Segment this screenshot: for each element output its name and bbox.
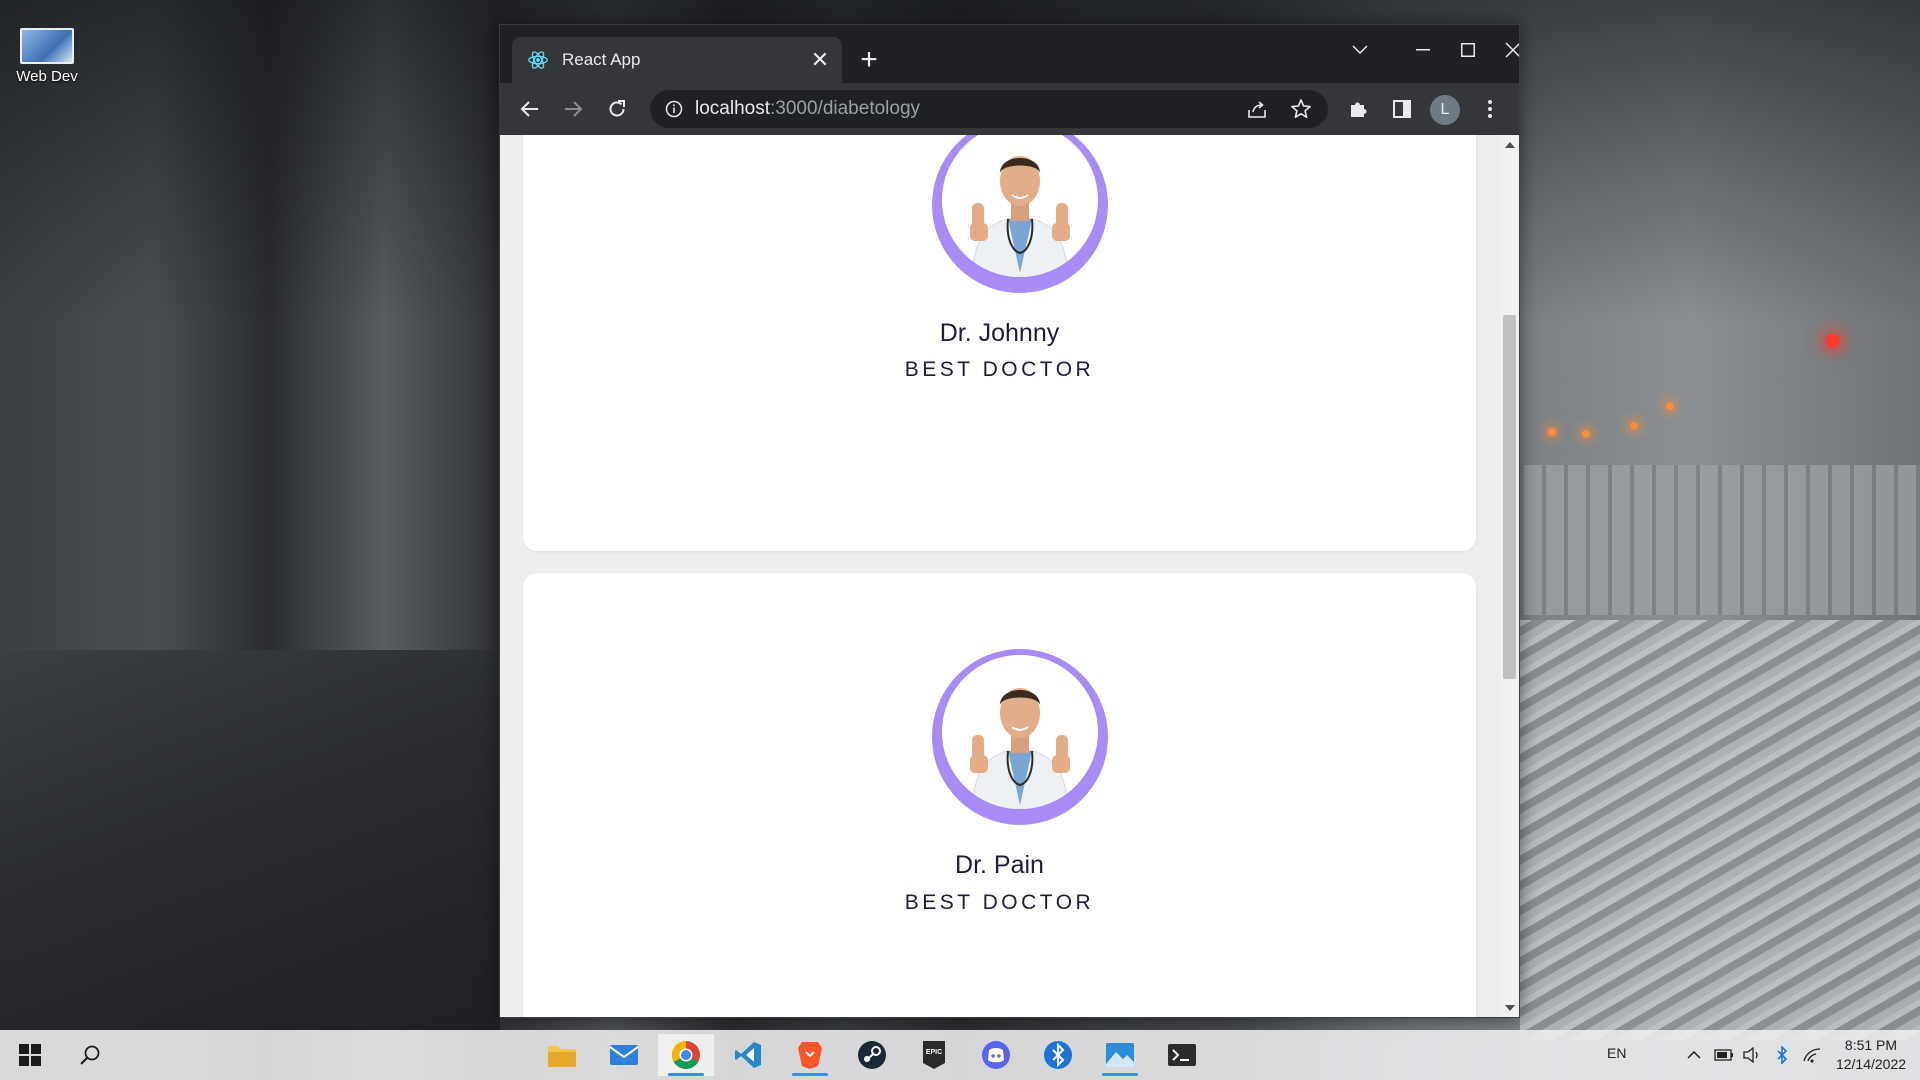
- scrollbar-thumb[interactable]: [1503, 315, 1516, 679]
- browser-toolbar: localhost:3000/diabetology L: [500, 83, 1519, 135]
- close-window-button[interactable]: [1493, 35, 1519, 65]
- back-arrow-icon[interactable]: [514, 93, 546, 125]
- wallpaper-railway: [1520, 620, 1920, 1040]
- wallpaper-lamp: [1630, 422, 1638, 430]
- brave-icon[interactable]: [782, 1034, 838, 1076]
- tab-search-chevron-icon[interactable]: [1340, 35, 1380, 65]
- terminal-icon[interactable]: [1154, 1034, 1210, 1076]
- epic-games-icon[interactable]: EPIC: [906, 1034, 962, 1076]
- side-panel-icon[interactable]: [1386, 93, 1418, 125]
- vertical-scrollbar[interactable]: [1500, 135, 1519, 1017]
- browser-window: React App ✕ + localhost:3000/diabetology…: [499, 24, 1520, 1018]
- browser-titlebar: React App ✕ +: [500, 25, 1519, 83]
- doctor-card: Dr. Pain BEST DOCTOR: [523, 573, 1476, 1017]
- doctor-illustration-icon: [942, 655, 1098, 809]
- bookmark-star-icon[interactable]: [1290, 98, 1312, 120]
- bluetooth-icon[interactable]: [1771, 1044, 1793, 1066]
- battery-icon[interactable]: [1713, 1044, 1735, 1066]
- doctor-photo: [942, 135, 1098, 277]
- bluetooth-app-icon[interactable]: [1030, 1034, 1086, 1076]
- photos-icon[interactable]: [1092, 1034, 1148, 1076]
- scroll-down-arrow-icon[interactable]: [1500, 998, 1519, 1017]
- clock-date: 12/14/2022: [1835, 1056, 1907, 1072]
- kebab-menu-icon[interactable]: [1474, 93, 1506, 125]
- site-info-icon[interactable]: [665, 100, 683, 118]
- wifi-icon[interactable]: [1801, 1044, 1823, 1066]
- doctor-title: BEST DOCTOR: [904, 358, 1095, 381]
- system-clock[interactable]: 8:51 PM 12/14/2022: [1828, 1036, 1914, 1074]
- doctor-name: Dr. Pain: [955, 851, 1044, 879]
- active-app-indicator: [1102, 1073, 1138, 1076]
- wallpaper-fence: [1520, 465, 1920, 615]
- tab-close-icon[interactable]: ✕: [808, 48, 832, 72]
- wallpaper-lamp: [1666, 402, 1674, 410]
- windows-start-icon[interactable]: [10, 1040, 50, 1070]
- language-indicator[interactable]: EN: [1607, 1045, 1626, 1061]
- wallpaper-signal-light: [1826, 334, 1840, 348]
- reload-icon[interactable]: [601, 93, 633, 125]
- share-icon[interactable]: [1246, 98, 1268, 120]
- vscode-icon[interactable]: [720, 1034, 776, 1076]
- address-bar[interactable]: localhost:3000/diabetology: [650, 90, 1328, 128]
- browser-tab[interactable]: React App ✕: [512, 37, 842, 83]
- tab-title: React App: [562, 50, 641, 69]
- minimize-button[interactable]: [1403, 35, 1443, 65]
- search-icon[interactable]: [70, 1040, 110, 1070]
- desktop-shortcut-label: Web Dev: [16, 68, 78, 85]
- new-tab-button[interactable]: +: [852, 43, 886, 77]
- doctor-photo: [942, 655, 1098, 809]
- wallpaper-platform: [0, 650, 500, 1030]
- doctor-card: Dr. Johnny BEST DOCTOR: [523, 135, 1476, 551]
- steam-icon[interactable]: [844, 1034, 900, 1076]
- discord-icon[interactable]: [968, 1034, 1024, 1076]
- wallpaper-lamp: [1548, 428, 1556, 436]
- taskbar: EPIC EN 8:51 PM 12/14/2022: [0, 1030, 1920, 1080]
- folder-image-icon: [20, 28, 74, 64]
- url-path: :3000/diabetology: [770, 98, 921, 119]
- doctor-avatar-ring: [932, 649, 1108, 825]
- doctor-avatar-ring: [932, 135, 1108, 293]
- doctor-title: BEST DOCTOR: [904, 891, 1095, 914]
- wallpaper-lamp: [1582, 430, 1590, 438]
- doctor-illustration-icon: [942, 135, 1098, 277]
- chrome-icon[interactable]: [658, 1034, 714, 1076]
- volume-icon[interactable]: [1741, 1044, 1763, 1066]
- chevron-up-icon[interactable]: [1683, 1044, 1705, 1066]
- doctor-name: Dr. Johnny: [939, 319, 1060, 347]
- mail-icon[interactable]: [596, 1034, 652, 1076]
- maximize-button[interactable]: [1448, 35, 1488, 65]
- url-host: localhost: [695, 98, 770, 119]
- svg-text:EPIC: EPIC: [926, 1049, 942, 1056]
- forward-arrow-icon[interactable]: [557, 93, 589, 125]
- url-text: localhost:3000/diabetology: [695, 98, 920, 120]
- extensions-puzzle-icon[interactable]: [1342, 93, 1374, 125]
- react-logo-icon: [528, 51, 548, 69]
- active-app-indicator: [792, 1073, 828, 1076]
- active-app-indicator: [668, 1073, 704, 1076]
- page-viewport: Dr. Johnny BEST DOCTOR Dr. Pain BEST DOC…: [500, 135, 1519, 1017]
- profile-avatar[interactable]: L: [1430, 95, 1460, 125]
- clock-time: 8:51 PM: [1844, 1037, 1898, 1053]
- scroll-up-arrow-icon[interactable]: [1500, 135, 1519, 155]
- desktop-shortcut-web-dev[interactable]: Web Dev: [8, 28, 86, 85]
- file-explorer-icon[interactable]: [534, 1034, 590, 1076]
